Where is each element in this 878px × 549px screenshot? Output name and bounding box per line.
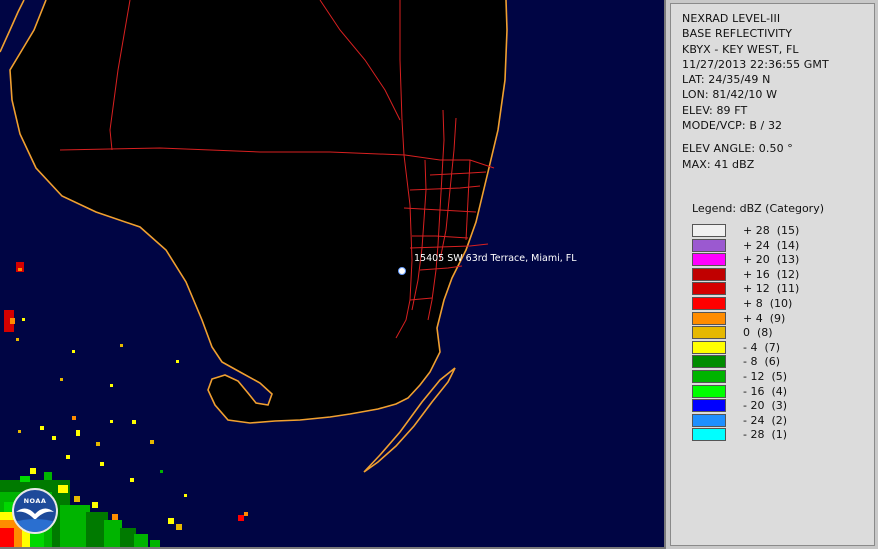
station-latitude: LAT: 24/35/49 N bbox=[682, 73, 771, 87]
map-layer bbox=[0, 0, 508, 547]
radar-map[interactable]: 15405 SW 63rd Terrace, Miami, FL NOAA bbox=[0, 0, 666, 549]
legend-swatch bbox=[692, 428, 726, 442]
legend-label: + 12 (11) bbox=[743, 282, 800, 296]
elevation-angle: ELEV ANGLE: 0.50 ° bbox=[682, 142, 793, 156]
legend-swatch bbox=[692, 253, 726, 267]
max-reflectivity: MAX: 41 dBZ bbox=[682, 157, 755, 171]
radar-viewer: 15405 SW 63rd Terrace, Miami, FL NOAA NE… bbox=[0, 0, 878, 549]
legend-label: + 28 (15) bbox=[743, 224, 800, 237]
legend-swatch bbox=[692, 340, 726, 354]
noaa-logo: NOAA bbox=[12, 488, 58, 534]
land-mass bbox=[0, 0, 507, 423]
station-name: KBYX - KEY WEST, FL bbox=[682, 42, 799, 56]
legend-label: + 20 (13) bbox=[743, 253, 800, 267]
legend-label: 0 (8) bbox=[743, 326, 773, 340]
legend-swatch bbox=[692, 267, 726, 281]
legend-swatch bbox=[692, 413, 726, 427]
station-info: NEXRAD LEVEL-III BASE REFLECTIVITY KBYX … bbox=[682, 11, 829, 172]
legend-label: - 20 (3) bbox=[743, 399, 788, 413]
location-label: 15405 SW 63rd Terrace, Miami, FL bbox=[414, 253, 577, 264]
legend-label: - 28 (1) bbox=[743, 428, 788, 442]
legend-label: - 8 (6) bbox=[743, 355, 781, 369]
legend-swatch bbox=[692, 282, 726, 296]
product-type: BASE REFLECTIVITY bbox=[682, 27, 793, 41]
legend-label: - 16 (4) bbox=[743, 384, 788, 398]
legend-swatch bbox=[692, 326, 726, 340]
station-elevation: ELEV: 89 FT bbox=[682, 103, 748, 117]
station-longitude: LON: 81/42/10 W bbox=[682, 88, 778, 102]
legend-label: - 24 (2) bbox=[743, 413, 788, 427]
legend-swatch bbox=[692, 369, 726, 383]
legend-swatch bbox=[692, 296, 726, 310]
legend-swatch bbox=[692, 355, 726, 369]
legend-label: + 24 (14) bbox=[743, 238, 800, 252]
coastline-north bbox=[0, 0, 25, 53]
mode-vcp: MODE/VCP: B / 32 bbox=[682, 119, 783, 133]
product-name: NEXRAD LEVEL-III bbox=[682, 12, 781, 25]
legend-label: - 4 (7) bbox=[743, 340, 781, 354]
legend-swatch bbox=[692, 224, 726, 237]
legend-swatch bbox=[692, 384, 726, 398]
location-marker[interactable] bbox=[398, 267, 406, 275]
legend-label: - 12 (5) bbox=[743, 369, 788, 383]
legend-swatch bbox=[692, 311, 726, 325]
legend-title: Legend: dBZ (Category) bbox=[692, 202, 824, 215]
noaa-logo-text: NOAA bbox=[23, 497, 47, 505]
scan-datetime: 11/27/2013 22:36:55 GMT bbox=[682, 57, 829, 71]
legend-label: + 4 (9) bbox=[743, 311, 786, 325]
legend-swatch bbox=[692, 399, 726, 413]
legend-label: + 8 (10) bbox=[743, 296, 793, 310]
info-panel: NEXRAD LEVEL-III BASE REFLECTIVITY KBYX … bbox=[670, 3, 875, 546]
legend-label: + 16 (12) bbox=[743, 267, 800, 281]
legend-swatch bbox=[692, 238, 726, 252]
